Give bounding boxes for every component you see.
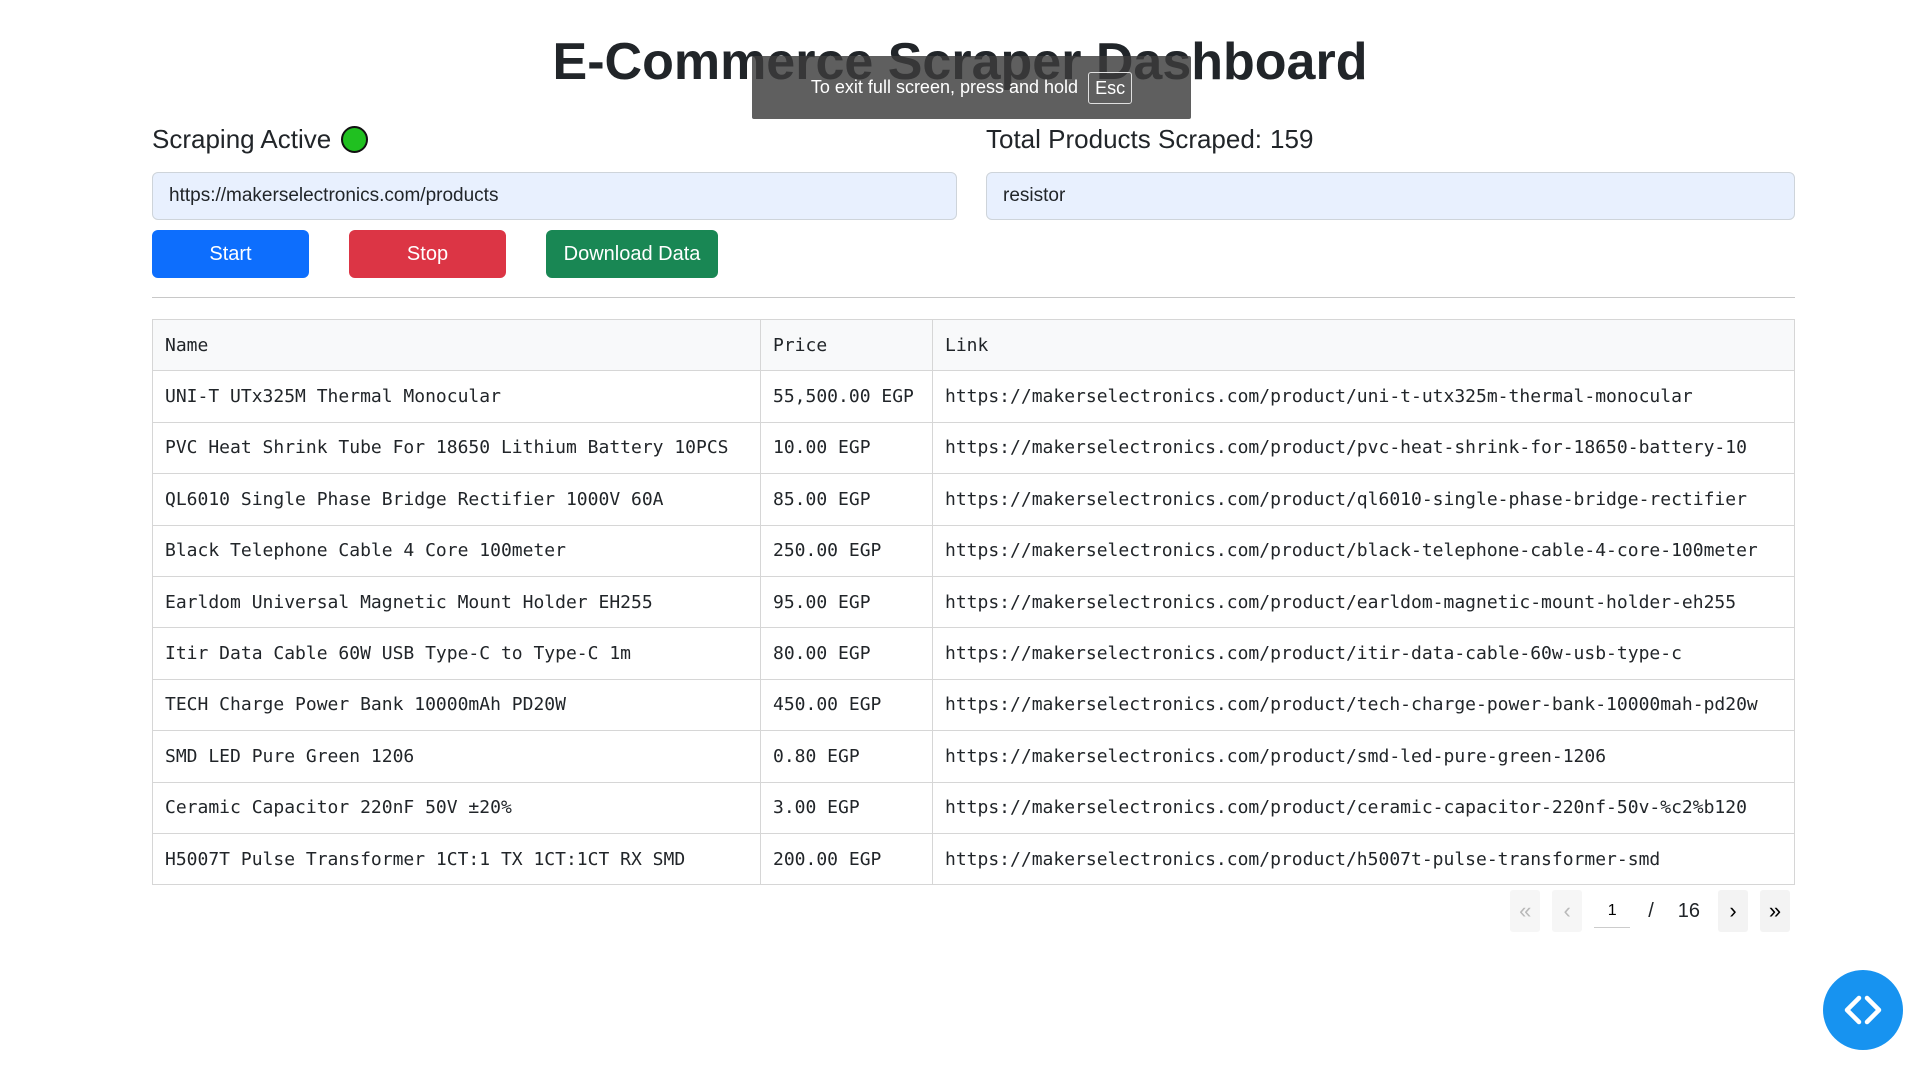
table-row: Itir Data Cable 60W USB Type-C to Type-C… <box>152 627 1795 680</box>
first-page-button[interactable]: « <box>1510 890 1541 932</box>
cell-link[interactable]: https://makerselectronics.com/product/h5… <box>932 832 1795 886</box>
cell-link[interactable]: https://makerselectronics.com/product/te… <box>932 678 1795 732</box>
cell-link[interactable]: https://makerselectronics.com/product/ql… <box>932 473 1795 526</box>
cell-name: TECH Charge Power Bank 10000mAh PD20W <box>152 678 761 732</box>
column-header-price[interactable]: Price <box>760 318 933 372</box>
table-header-row: Name Price Link <box>152 318 1795 372</box>
products-table: Name Price Link UNI-T UTx325M Thermal Mo… <box>152 318 1795 886</box>
column-header-name[interactable]: Name <box>152 318 761 372</box>
table-row: Ceramic Capacitor 220nF 50V ±20% 3.00 EG… <box>152 781 1795 834</box>
chevron-right-icon: › <box>1729 898 1737 923</box>
cell-name: H5007T Pulse Transformer 1CT:1 TX 1CT:1C… <box>152 832 761 886</box>
cell-name: QL6010 Single Phase Bridge Rectifier 100… <box>152 473 761 526</box>
table-row: Earldom Universal Magnetic Mount Holder … <box>152 575 1795 629</box>
cell-price: 450.00 EGP <box>760 678 933 732</box>
cell-price: 250.00 EGP <box>760 524 933 577</box>
previous-page-button[interactable]: ‹ <box>1552 890 1583 932</box>
page-separator: / <box>1648 899 1654 922</box>
column-header-link[interactable]: Link <box>932 318 1795 372</box>
table-row: TECH Charge Power Bank 10000mAh PD20W 45… <box>152 678 1795 732</box>
status-indicator-dot <box>341 126 369 153</box>
cell-price: 85.00 EGP <box>760 473 933 526</box>
cell-price: 95.00 EGP <box>760 575 933 629</box>
cell-link[interactable]: https://makerselectronics.com/product/sm… <box>932 730 1795 783</box>
cell-price: 55,500.00 EGP <box>760 370 933 423</box>
start-scraping-button[interactable]: Start Scraping <box>152 230 309 313</box>
cell-name: SMD LED Pure Green 1206 <box>152 730 761 783</box>
cell-link[interactable]: https://makerselectronics.com/product/ea… <box>932 575 1795 629</box>
url-input[interactable] <box>152 172 957 220</box>
table-row: SMD LED Pure Green 1206 0.80 EGP https:/… <box>152 730 1795 783</box>
cell-price: 3.00 EGP <box>760 781 933 834</box>
cell-price: 0.80 EGP <box>760 730 933 783</box>
table-row: H5007T Pulse Transformer 1CT:1 TX 1CT:1C… <box>152 832 1795 886</box>
cell-link[interactable]: https://makerselectronics.com/product/bl… <box>932 524 1795 577</box>
table-row: PVC Heat Shrink Tube For 18650 Lithium B… <box>152 421 1795 475</box>
cell-link[interactable]: https://makerselectronics.com/product/pv… <box>932 421 1795 475</box>
divider <box>152 297 1795 298</box>
page-number-input[interactable] <box>1594 894 1631 928</box>
cell-link[interactable]: https://makerselectronics.com/product/ce… <box>932 781 1795 834</box>
cell-link[interactable]: https://makerselectronics.com/product/it… <box>932 627 1795 680</box>
pagination: « ‹ / 16 › » <box>1510 890 1790 932</box>
total-products-label: Total Products Scraped: <box>986 124 1263 154</box>
cell-name: Itir Data Cable 60W USB Type-C to Type-C… <box>152 627 761 680</box>
total-products-count: 159 <box>1270 124 1314 154</box>
cell-link[interactable]: https://makerselectronics.com/product/un… <box>932 370 1795 423</box>
stop-scraping-button[interactable]: Stop Scraping <box>349 230 506 313</box>
cell-name: Black Telephone Cable 4 Core 100meter <box>152 524 761 577</box>
cell-name: Earldom Universal Magnetic Mount Holder … <box>152 575 761 629</box>
keyword-input[interactable] <box>986 172 1795 220</box>
last-page-button[interactable]: » <box>1760 890 1790 932</box>
code-brackets-icon <box>1844 995 1882 1025</box>
double-chevron-right-icon: » <box>1768 898 1782 923</box>
esc-key-badge: Esc <box>1088 71 1133 104</box>
double-chevron-left-icon: « <box>1519 898 1532 923</box>
fullscreen-exit-toast: To exit full screen, press and hold Esc <box>752 56 1191 119</box>
cell-price: 10.00 EGP <box>760 421 933 475</box>
code-toggle-button[interactable] <box>1823 970 1903 1050</box>
total-pages: 16 <box>1677 899 1700 922</box>
cell-name: Ceramic Capacitor 220nF 50V ±20% <box>152 781 761 834</box>
scraping-status: Scraping Active <box>152 124 369 155</box>
table-row: QL6010 Single Phase Bridge Rectifier 100… <box>152 473 1795 526</box>
cell-name: PVC Heat Shrink Tube For 18650 Lithium B… <box>152 421 761 475</box>
total-products: Total Products Scraped: 159 <box>986 124 1313 155</box>
next-page-button[interactable]: › <box>1718 890 1748 932</box>
cell-name: UNI-T UTx325M Thermal Monocular <box>152 370 761 423</box>
scraping-status-label: Scraping Active <box>152 124 332 154</box>
table-row: Black Telephone Cable 4 Core 100meter 25… <box>152 524 1795 577</box>
fullscreen-toast-message: To exit full screen, press and hold <box>810 77 1079 97</box>
download-data-button[interactable]: Download Data <box>546 230 718 278</box>
table-row: UNI-T UTx325M Thermal Monocular 55,500.0… <box>152 370 1795 423</box>
chevron-left-icon: ‹ <box>1563 898 1571 923</box>
cell-price: 200.00 EGP <box>760 832 933 886</box>
cell-price: 80.00 EGP <box>760 627 933 680</box>
